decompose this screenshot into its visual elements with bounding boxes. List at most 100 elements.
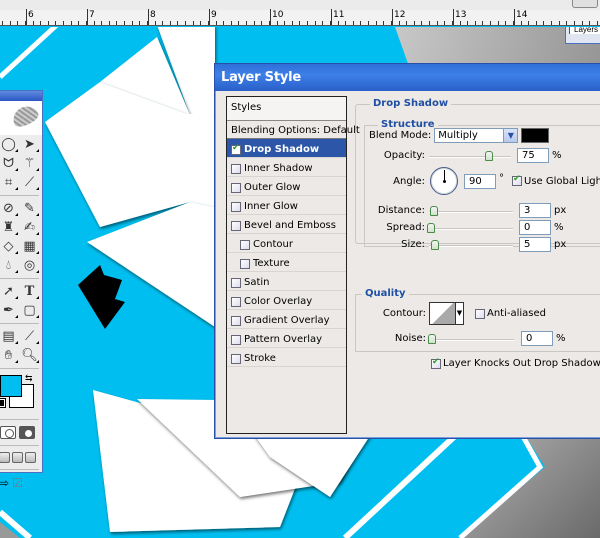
gradient-icon[interactable]: ▦ (21, 238, 39, 255)
style-item-gradient-overlay[interactable]: Gradient Overlay (227, 310, 346, 329)
history-brush-icon[interactable]: ✍ (21, 219, 39, 236)
style-item-stroke[interactable]: Stroke (227, 348, 346, 367)
feather-logo[interactable] (0, 101, 42, 135)
style-item-checkbox[interactable] (240, 258, 250, 269)
jump-to-imageready-icon[interactable]: ⇨ (0, 476, 9, 490)
blur-icon[interactable]: 💧︎ (0, 257, 18, 274)
shadow-color-swatch[interactable] (521, 128, 550, 143)
size-label: Size: (401, 239, 425, 250)
distance-slider-thumb[interactable] (429, 205, 438, 216)
dodge-icon[interactable]: ◎ (21, 257, 39, 274)
size-slider-thumb[interactable] (430, 239, 439, 250)
full-screen-menu-mode-button[interactable] (12, 452, 23, 463)
hand-icon[interactable]: ✋︎ (0, 347, 18, 364)
style-item-checkbox[interactable] (231, 220, 241, 231)
noise-slider[interactable] (428, 333, 514, 344)
anti-aliased-checkbox[interactable] (475, 308, 485, 319)
layer-knocks-out-checkbox[interactable] (431, 357, 441, 369)
zoom-icon[interactable]: 🔍︎ (21, 347, 39, 364)
palette-well-button[interactable] (572, 0, 598, 8)
ruler-minor-tick (391, 21, 392, 25)
checkmark-icon[interactable]: ☑ (12, 476, 23, 490)
standard-mode-button[interactable] (0, 426, 16, 439)
blending-options-item[interactable]: Blending Options: Default (227, 121, 360, 139)
angle-dial[interactable] (430, 167, 458, 195)
style-item-inner-glow[interactable]: Inner Glow (227, 196, 346, 215)
opacity-slider[interactable] (429, 150, 511, 161)
swap-colors-icon[interactable]: ⇆ (25, 373, 33, 384)
style-item-checkbox[interactable] (231, 334, 241, 345)
default-colors-icon[interactable] (0, 398, 6, 408)
contour-dropdown-arrow-icon[interactable]: ▼ (456, 302, 464, 325)
eyedropper-icon[interactable]: ⟋ (21, 328, 39, 345)
style-item-color-overlay[interactable]: Color Overlay (227, 291, 346, 310)
size-input[interactable]: 5 (519, 237, 551, 252)
chevron-down-icon[interactable]: ▼ (503, 129, 518, 142)
ruler-label: 8 (150, 10, 156, 20)
contour-picker[interactable] (429, 302, 456, 325)
tab-layers[interactable]: Layers (569, 27, 600, 34)
spread-slider-thumb[interactable] (427, 222, 435, 233)
noise-slider-thumb[interactable] (428, 333, 436, 344)
distance-slider[interactable] (429, 205, 513, 216)
tools-palette-titlebar[interactable] (0, 91, 42, 101)
foreground-color-swatch[interactable] (0, 375, 22, 397)
style-item-satin[interactable]: Satin (227, 272, 346, 291)
brush-icon[interactable]: ✎ (21, 200, 39, 217)
styles-header[interactable]: Styles (227, 97, 346, 121)
quick-mask-button[interactable] (19, 426, 35, 439)
style-item-bevel-and-emboss[interactable]: Bevel and Emboss (227, 215, 346, 234)
style-item-contour[interactable]: Contour (227, 234, 346, 253)
style-item-inner-shadow[interactable]: Inner Shadow (227, 158, 346, 177)
angle-input[interactable]: 90 (464, 173, 496, 189)
elliptical-marquee-icon[interactable]: ◯ (0, 136, 18, 153)
layer-knocks-out-label[interactable]: Layer Knocks Out Drop Shadow (443, 358, 600, 369)
spread-input[interactable]: 0 (519, 220, 551, 235)
standard-screen-mode-button[interactable] (0, 452, 10, 463)
opacity-slider-thumb[interactable] (484, 150, 493, 161)
ruler-minor-tick (261, 21, 262, 25)
style-item-drop-shadow[interactable]: Drop Shadow (227, 139, 346, 158)
full-screen-mode-button[interactable] (25, 452, 36, 463)
size-slider[interactable] (429, 239, 513, 250)
opacity-input[interactable]: 75 (517, 148, 549, 163)
slice-icon[interactable]: ⟋ (21, 174, 39, 191)
distance-input[interactable]: 3 (519, 203, 551, 218)
pen-icon[interactable]: ✒ (0, 302, 18, 319)
style-item-outer-glow[interactable]: Outer Glow (227, 177, 346, 196)
rounded-rectangle-icon[interactable]: ▢ (21, 302, 39, 319)
healing-brush-icon[interactable]: ⊘ (0, 200, 18, 217)
use-global-light-checkbox[interactable] (512, 174, 522, 186)
crop-icon[interactable]: ⌗ (0, 174, 18, 191)
type-tool-icon[interactable]: T (21, 283, 39, 300)
style-item-checkbox[interactable] (231, 296, 241, 307)
document-canvas[interactable]: ◯ ➤ ᗢ ⚚ ⌗ ⟋ ⊘ ✎ ♜ ✍ ◇ ▦ 💧︎ ◎ ➚ T ✒ ▢ ▤ ⟋ ✋︎ 🔍︎ ⇆ (0, 27, 600, 538)
style-item-checkbox[interactable] (240, 239, 250, 250)
style-item-checkbox[interactable] (231, 143, 241, 155)
color-swatches: ⇆ (0, 372, 42, 416)
dialog-titlebar[interactable]: Layer Style (215, 64, 600, 91)
ruler-major-tick (514, 9, 515, 25)
style-item-checkbox[interactable] (231, 353, 241, 364)
blend-mode-select[interactable]: Multiply ▼ (434, 128, 519, 143)
eraser-icon[interactable]: ◇ (0, 238, 18, 255)
style-item-checkbox[interactable] (231, 163, 241, 174)
spread-slider[interactable] (427, 222, 513, 233)
ruler-minor-tick (277, 21, 278, 25)
style-item-checkbox[interactable] (231, 277, 241, 288)
clone-stamp-icon[interactable]: ♜ (0, 219, 18, 236)
move-tool-icon[interactable]: ➤ (21, 136, 39, 153)
use-global-light-label[interactable]: Use Global Light (524, 176, 600, 187)
style-item-checkbox[interactable] (231, 201, 241, 212)
anti-aliased-label[interactable]: Anti-aliased (487, 308, 546, 319)
notes-icon[interactable]: ▤ (0, 328, 18, 345)
style-item-pattern-overlay[interactable]: Pattern Overlay (227, 329, 346, 348)
ruler-minor-tick (25, 21, 26, 25)
style-item-checkbox[interactable] (231, 182, 241, 193)
noise-input[interactable]: 0 (521, 331, 553, 346)
style-item-checkbox[interactable] (231, 315, 241, 326)
path-selection-icon[interactable]: ➚ (0, 283, 18, 300)
lasso-icon[interactable]: ᗢ (0, 155, 18, 172)
style-item-texture[interactable]: Texture (227, 253, 346, 272)
magic-wand-icon[interactable]: ⚚ (21, 155, 39, 172)
